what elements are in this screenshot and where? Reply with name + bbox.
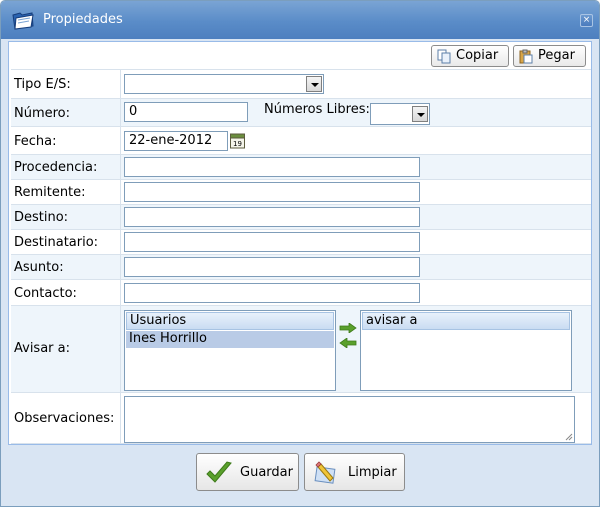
asunto-label: Asunto:: [14, 260, 64, 275]
avisar-list-header: avisar a: [362, 312, 570, 330]
observaciones-label: Observaciones:: [14, 411, 115, 426]
paste-button[interactable]: Pegar: [513, 45, 586, 67]
row-fecha: Fecha: 22-ene-2012 19: [11, 126, 591, 154]
numero-label: Número:: [14, 106, 71, 121]
tipo-select[interactable]: [124, 74, 324, 94]
destino-input[interactable]: [124, 207, 420, 227]
window-title: Propiedades: [43, 12, 123, 27]
copy-button[interactable]: Copiar: [431, 45, 509, 67]
row-tipo: Tipo E/S:: [11, 69, 591, 98]
row-avisar: Avisar a: Usuarios Ines Horrillo avisar …: [11, 305, 591, 392]
list-item[interactable]: Ines Horrillo: [126, 331, 334, 348]
save-label: Guardar: [240, 465, 293, 480]
remitente-label: Remitente:: [14, 185, 86, 200]
copy-label: Copiar: [456, 48, 499, 63]
procedencia-label: Procedencia:: [14, 160, 98, 175]
row-numero: Número: 0 Números Libres:: [11, 98, 591, 126]
row-destinatario: Destinatario:: [11, 229, 591, 254]
close-icon: ×: [582, 15, 591, 25]
toolbar: Copiar Pegar: [9, 42, 591, 68]
users-listbox[interactable]: Usuarios Ines Horrillo: [124, 310, 336, 391]
row-observaciones: Observaciones:: [11, 392, 591, 444]
resize-grip-icon[interactable]: [565, 433, 573, 441]
chevron-down-icon[interactable]: [412, 106, 428, 122]
clear-button[interactable]: Limpiar: [304, 453, 405, 491]
arrow-left-icon[interactable]: [339, 338, 357, 348]
avisar-listbox[interactable]: avisar a: [360, 310, 572, 391]
tipo-label: Tipo E/S:: [14, 77, 71, 92]
properties-window: Propiedades × Copiar Pegar Tipo E/S: Núm…: [0, 0, 600, 507]
numeros-libres-select[interactable]: [370, 103, 430, 125]
numero-input[interactable]: 0: [124, 102, 248, 122]
paste-icon: [519, 49, 533, 64]
destinatario-label: Destinatario:: [14, 235, 99, 250]
copy-icon: [437, 49, 451, 64]
row-procedencia: Procedencia:: [11, 154, 591, 179]
save-button[interactable]: Guardar: [196, 453, 299, 491]
contacto-label: Contacto:: [14, 286, 77, 301]
destino-label: Destino:: [14, 210, 69, 225]
clear-label: Limpiar: [348, 465, 397, 480]
title-bar[interactable]: Propiedades ×: [1, 1, 599, 39]
eraser-icon: [314, 461, 336, 484]
row-contacto: Contacto:: [11, 279, 591, 305]
folder-icon: [12, 12, 34, 30]
row-asunto: Asunto:: [11, 254, 591, 279]
contacto-input[interactable]: [124, 283, 420, 303]
asunto-input[interactable]: [124, 257, 420, 277]
fecha-input[interactable]: 22-ene-2012: [124, 131, 228, 151]
paste-label: Pegar: [538, 48, 575, 63]
arrow-right-icon[interactable]: [339, 323, 357, 333]
fecha-label: Fecha:: [14, 134, 57, 149]
svg-text:19: 19: [233, 140, 242, 148]
remitente-input[interactable]: [124, 182, 420, 202]
row-destino: Destino:: [11, 204, 591, 229]
observaciones-textarea[interactable]: [124, 396, 575, 443]
users-list-header: Usuarios: [126, 312, 334, 330]
row-remitente: Remitente:: [11, 179, 591, 204]
numeros-libres-label: Números Libres:: [264, 102, 370, 117]
chevron-down-icon[interactable]: [306, 76, 322, 92]
calendar-icon[interactable]: 19: [230, 132, 245, 149]
checkmark-icon: [206, 461, 232, 483]
destinatario-input[interactable]: [124, 232, 420, 252]
form-panel: Copiar Pegar Tipo E/S: Número: 0 Números…: [8, 41, 592, 445]
close-button[interactable]: ×: [580, 14, 593, 27]
procedencia-input[interactable]: [124, 157, 420, 177]
avisar-label: Avisar a:: [14, 341, 70, 356]
